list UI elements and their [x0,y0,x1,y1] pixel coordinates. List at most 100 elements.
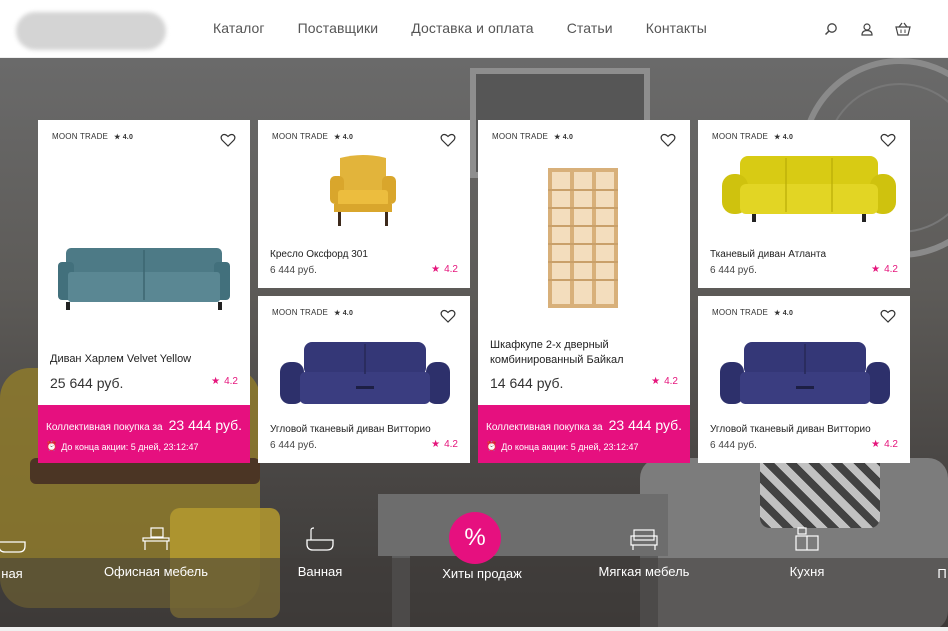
seller-rating: 4.0 [342,133,354,141]
product-image[interactable] [548,168,618,308]
heart-icon[interactable] [660,132,676,148]
product-image[interactable] [328,154,398,228]
heart-icon[interactable] [880,132,896,148]
nav-catalog[interactable]: Каталог [213,20,265,36]
main-nav: Каталог Поставщики Доставка и оплата Ста… [213,20,740,36]
search-icon[interactable] [822,20,840,38]
nav-articles[interactable]: Статьи [567,20,613,36]
promo-price: 23 444 руб. [608,417,683,433]
product-card[interactable]: MOON TRADE ★ 4.0 Кресло Оксфорд 301 6 44… [258,120,470,288]
collective-purchase-banner[interactable]: Коллективная покупка за 23 444 руб. ⏰ До к… [38,405,250,463]
office-desk-icon [142,527,170,550]
category-item[interactable]: Кухня [780,526,834,579]
promo-timer: До конца акции: 5 дней, 23:12:47 [501,441,639,452]
product-image[interactable] [280,338,450,410]
category-label: Кухня [789,564,825,579]
nav-suppliers[interactable]: Поставщики [298,20,379,36]
category-item[interactable]: Ванная [290,526,350,579]
seller-info: MOON TRADE ★ 4.0 [492,132,574,141]
promo-price: 23 444 руб. [168,417,243,433]
category-label: П [937,566,947,581]
product-name[interactable]: Шкафкупе 2-х дверный комбинированный Бай… [490,338,624,368]
product-rating: ★ 4.2 [651,376,678,387]
basket-icon[interactable] [894,20,912,38]
clock-icon: ⏰ [46,441,58,451]
site-header: Каталог Поставщики Доставка и оплата Ста… [0,0,948,58]
star-icon: ★ [431,264,441,275]
product-rating: ★ 4.2 [871,264,898,275]
seller-rating: 4.0 [342,309,354,317]
nav-contacts[interactable]: Контакты [646,20,707,36]
seller-info: MOON TRADE ★ 4.0 [272,308,354,317]
collective-purchase-banner[interactable]: Коллективная покупка за 23 444 руб. ⏰ До к… [478,405,690,463]
product-card[interactable]: MOON TRADE ★ 4.0 Диван Харлем Velvet Yel… [38,120,250,463]
seller-info: MOON TRADE ★ 4.0 [52,132,134,141]
product-card[interactable]: MOON TRADE ★ 4.0 Тканевый диван Атланта … [698,120,910,288]
category-label: ная [1,566,23,581]
product-name[interactable]: Тканевый диван Атланта [710,247,826,262]
category-item[interactable]: ная [0,528,32,581]
sofa-icon [630,529,658,550]
star-icon: ★ [431,439,441,450]
product-name[interactable]: Кресло Оксфорд 301 [270,247,368,262]
category-label: Хиты продаж [442,566,522,581]
product-card[interactable]: MOON TRADE ★ 4.0 Угловой тканевый диван … [698,296,910,463]
bathtub-icon [306,527,334,551]
product-price: 6 444 руб. [710,440,757,451]
star-icon: ★ [871,439,881,450]
category-item[interactable]: Офисная мебель [100,526,212,579]
heart-icon[interactable] [880,308,896,324]
product-rating: ★ 4.2 [431,439,458,450]
user-icon[interactable] [858,20,876,38]
category-label: Мягкая мебель [598,564,690,579]
seller-name: MOON TRADE [272,308,329,317]
product-rating: ★ 4.2 [871,439,898,450]
star-icon: ★ [651,376,661,387]
seller-name: MOON TRADE [272,132,329,141]
star-icon: ★ [871,264,881,275]
seller-info: MOON TRADE ★ 4.0 [272,132,354,141]
product-price: 25 644 руб. [50,375,124,391]
product-image[interactable] [58,240,230,312]
category-item[interactable]: Мягкая мебель [592,526,696,579]
product-card[interactable]: MOON TRADE ★ 4.0 Угловой тканевый диван … [258,296,470,463]
product-rating: ★ 4.2 [431,264,458,275]
kitchen-icon [795,527,819,551]
category-item[interactable]: П [936,566,948,581]
logo[interactable] [16,12,166,50]
product-name[interactable]: Диван Харлем Velvet Yellow [50,352,191,367]
seller-rating: 4.0 [782,133,794,141]
bath-icon [0,541,26,553]
product-image[interactable] [722,154,896,230]
bottom-divider [0,627,948,631]
product-price: 14 644 руб. [490,375,564,391]
product-price: 6 444 руб. [270,265,317,276]
product-price: 6 444 руб. [710,265,757,276]
product-card[interactable]: MOON TRADE ★ 4.0 Шкафкупе 2-х дверный ко… [478,120,690,463]
category-item[interactable]: Хиты продаж [432,566,532,581]
seller-info: MOON TRADE ★ 4.0 [712,132,794,141]
product-name[interactable]: Угловой тканевый диван Витторио [710,422,871,437]
heart-icon[interactable] [440,132,456,148]
heart-icon[interactable] [440,308,456,324]
promo-label: Коллективная покупка за [486,422,603,433]
promo-timer: До конца акции: 5 дней, 23:12:47 [61,441,199,452]
product-price: 6 444 руб. [270,440,317,451]
seller-name: MOON TRADE [492,132,549,141]
promo-label: Коллективная покупка за [46,422,163,433]
clock-icon: ⏰ [486,441,498,451]
category-label: Офисная мебель [103,564,209,579]
nav-delivery[interactable]: Доставка и оплата [411,20,533,36]
category-label: Ванная [297,564,343,579]
seller-rating: 4.0 [782,309,794,317]
percent-icon[interactable]: % [449,512,501,564]
seller-name: MOON TRADE [712,308,769,317]
heart-icon[interactable] [220,132,236,148]
product-name[interactable]: Угловой тканевый диван Витторио [270,422,431,437]
seller-rating: 4.0 [562,133,574,141]
seller-info: MOON TRADE ★ 4.0 [712,308,794,317]
seller-rating: 4.0 [122,133,134,141]
seller-name: MOON TRADE [712,132,769,141]
seller-name: MOON TRADE [52,132,109,141]
product-image[interactable] [720,338,890,410]
